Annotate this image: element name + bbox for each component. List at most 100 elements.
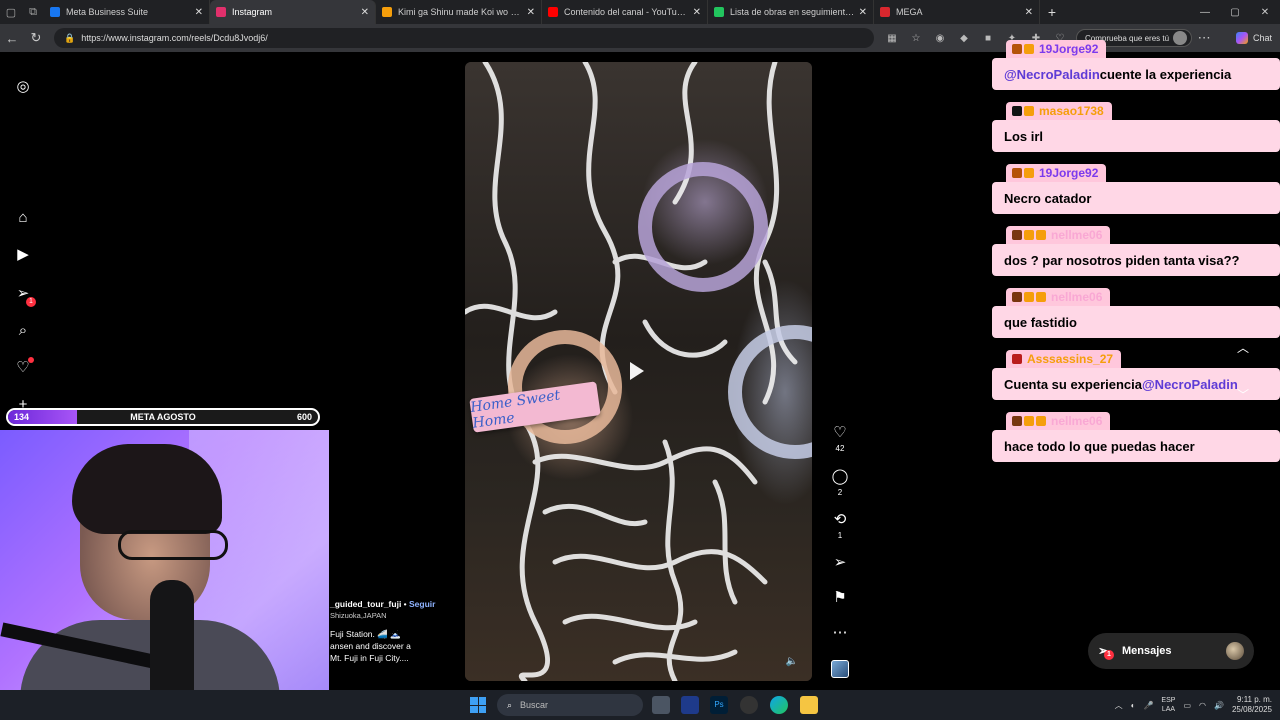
chat-badge-icon — [1012, 44, 1022, 54]
separator: • — [401, 599, 410, 609]
chat-text: dos ? par nosotros piden tanta visa?? — [1004, 252, 1240, 268]
app-icon[interactable] — [681, 696, 699, 714]
tab-title: Instagram — [232, 7, 273, 17]
tab-title: Contenido del canal - YouTube Studio — [564, 7, 689, 17]
close-tab-icon[interactable]: ✕ — [361, 7, 369, 18]
language-indicator[interactable]: ESP LAA — [1161, 696, 1175, 714]
chat-message: nellme06 hace todo lo que puedas hacer — [992, 412, 1280, 470]
obs-icon[interactable] — [740, 696, 758, 714]
goal-target: 600 — [296, 412, 312, 422]
messages-icon[interactable]: ➢ 1 — [14, 285, 36, 307]
minimize-icon[interactable]: — — [1190, 0, 1220, 24]
close-tab-icon[interactable]: ✕ — [527, 7, 535, 18]
share-button[interactable]: ➢ — [828, 554, 852, 572]
chat-username[interactable]: nellme06 — [1051, 414, 1102, 428]
chat-username[interactable]: 19Jorge92 — [1039, 42, 1098, 56]
back-icon[interactable]: ← — [0, 31, 24, 46]
volume-icon[interactable]: 🔊 — [1214, 701, 1224, 710]
photoshop-icon[interactable]: Ps — [710, 696, 728, 714]
extension-icon[interactable]: ◆ — [952, 33, 976, 44]
reels-icon[interactable]: ▶ — [14, 246, 32, 264]
chat-mention[interactable]: @NecroPaladin — [1142, 377, 1238, 392]
chevron-up-icon[interactable]: ︿ — [1235, 339, 1251, 356]
chat-username[interactable]: 19Jorge92 — [1039, 166, 1098, 180]
chat-username[interactable]: nellme06 — [1051, 290, 1102, 304]
chat-username-tag: nellme06 — [1006, 412, 1111, 430]
like-count: 42 — [835, 444, 845, 453]
more-options-button[interactable]: ⋯ — [828, 624, 852, 642]
favorite-icon[interactable]: ☆ — [904, 33, 928, 44]
browser-tab[interactable]: MEGA ✕ — [874, 0, 1040, 24]
chat-username[interactable]: nellme06 — [1051, 228, 1102, 242]
chat-mention[interactable]: @NecroPaladin — [1004, 67, 1100, 82]
chat-username[interactable]: masao1738 — [1039, 104, 1104, 118]
chat-badge-icon — [1012, 292, 1022, 302]
search-icon[interactable]: ⌕ — [14, 322, 32, 340]
comment-button[interactable]: ◯ 2 — [828, 468, 852, 497]
repost-count: 1 — [837, 531, 843, 540]
reel-video[interactable]: Home Sweet Home 🔈 — [465, 62, 812, 681]
messages-badge: 1 — [1104, 650, 1114, 660]
extension-icon[interactable]: ◉ — [928, 33, 952, 44]
bookmark-icon: ⚑ — [833, 589, 847, 606]
save-button[interactable]: ⚑ — [828, 589, 852, 607]
network-icon[interactable]: ▭ — [1183, 701, 1191, 710]
close-tab-icon[interactable]: ✕ — [195, 7, 203, 18]
chat-text: cuente la experiencia — [1099, 66, 1232, 82]
location[interactable]: Shizuoka,JAPAN — [330, 610, 470, 622]
audio-thumbnail[interactable] — [831, 660, 849, 678]
wifi-icon[interactable]: ◠ — [1199, 701, 1206, 710]
browser-tab[interactable]: Instagram ✕ — [210, 0, 376, 24]
heart-icon[interactable]: ♡ — [14, 357, 34, 377]
browser-tab[interactable]: Kimi ga Shinu made Koi wo Shitai ✕ — [376, 0, 542, 24]
chat-message: nellme06 dos ? par nosotros piden tanta v… — [992, 226, 1280, 284]
clock[interactable]: 9:11 p. m. 25/08/2025 — [1232, 695, 1272, 715]
tab-actions-icon[interactable]: ⧉ — [22, 0, 44, 24]
messages-button[interactable]: ➢ 1 Mensajes — [1088, 633, 1254, 669]
file-explorer-icon[interactable] — [800, 696, 818, 714]
refresh-icon[interactable]: ↻ — [24, 30, 48, 46]
close-window-icon[interactable]: ✕ — [1250, 0, 1280, 24]
follow-button[interactable]: Seguir — [409, 599, 435, 609]
windows-start-icon[interactable] — [470, 697, 486, 713]
maximize-icon[interactable]: ▢ — [1220, 0, 1250, 24]
mute-icon[interactable]: 🔈 — [786, 656, 798, 667]
app-tray-icon[interactable]: ◐ — [1131, 701, 1136, 710]
app-icon[interactable]: ▦ — [880, 33, 904, 44]
instagram-logo-icon[interactable]: ◎ — [14, 78, 32, 96]
browser-tab[interactable]: Contenido del canal - YouTube Studio ✕ — [542, 0, 708, 24]
tab-title: Lista de obras en seguimiento - H — [730, 7, 855, 17]
author-username[interactable]: _guided_tour_fuji — [330, 599, 401, 609]
browser-tab[interactable]: Lista de obras en seguimiento - H ✕ — [708, 0, 874, 24]
like-button[interactable]: ♡ 42 — [828, 424, 852, 453]
notification-badge: 1 — [26, 297, 36, 307]
taskbar-search[interactable]: ⌕ Buscar — [497, 694, 643, 716]
address-field[interactable]: 🔒 https://www.instagram.com/reels/Dcdu8J… — [54, 28, 874, 48]
chat-text: Cuenta su experiencia — [1004, 376, 1142, 392]
home-icon[interactable]: ⌂ — [14, 209, 32, 227]
chevron-down-icon[interactable]: ﹀ — [1235, 386, 1251, 403]
repost-button[interactable]: ⟲ 1 — [828, 511, 852, 540]
chat-badge-icon — [1024, 292, 1034, 302]
chat-username-tag: masao1738 — [1006, 102, 1112, 120]
chat-username[interactable]: Asssassins_27 — [1027, 352, 1113, 366]
system-tray: ︿ ◐ 🎤 ESP LAA ▭ ◠ 🔊 9:11 p. m. 25/08/202… — [1107, 690, 1272, 720]
chat-badge-icon — [1036, 416, 1046, 426]
chevron-up-icon[interactable]: ︿ — [1115, 700, 1123, 711]
workspaces-icon[interactable]: ▢ — [0, 0, 22, 24]
browser-tab[interactable]: Meta Business Suite ✕ — [44, 0, 210, 24]
chat-username-tag: 19Jorge92 — [1006, 164, 1107, 182]
close-tab-icon[interactable]: ✕ — [1025, 7, 1033, 18]
microphone-icon[interactable]: 🎤 — [1143, 701, 1153, 710]
tab-favicon-icon — [880, 7, 890, 17]
close-tab-icon[interactable]: ✕ — [693, 7, 701, 18]
new-tab-button[interactable]: + — [1040, 0, 1064, 24]
play-icon[interactable] — [630, 362, 644, 380]
edge-icon[interactable] — [770, 696, 788, 714]
reel-caption: _guided_tour_fuji • Seguir Shizuoka,JAPA… — [330, 598, 470, 664]
task-view-icon[interactable] — [652, 696, 670, 714]
tab-title: MEGA — [896, 7, 923, 17]
close-tab-icon[interactable]: ✕ — [859, 7, 867, 18]
caption-line: ansen and discover a — [330, 641, 411, 651]
lock-icon[interactable]: 🔒 — [64, 33, 75, 44]
